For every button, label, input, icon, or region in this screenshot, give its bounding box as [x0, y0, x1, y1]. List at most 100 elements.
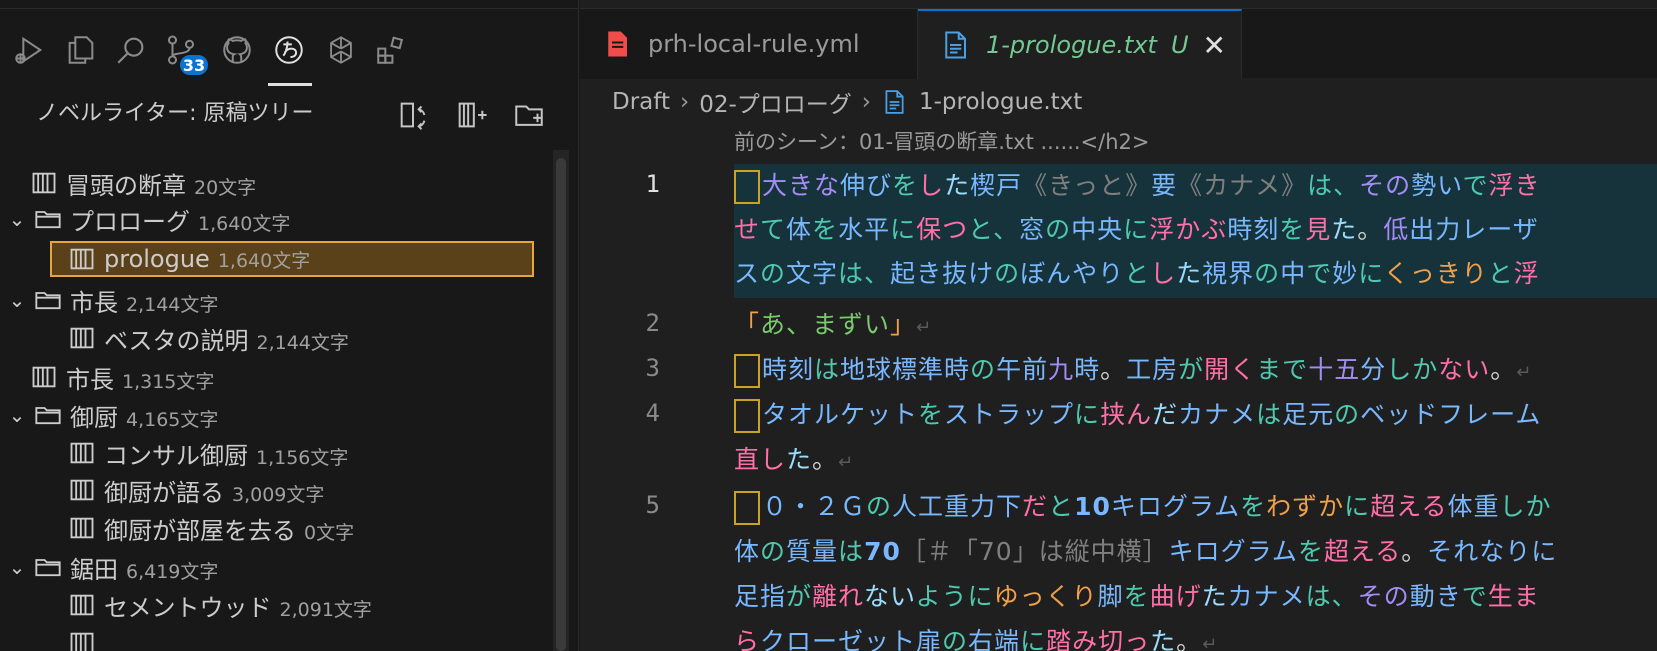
tree-item-label: 御厨が部屋を去る: [104, 516, 296, 545]
tree-scrollbar-thumb[interactable]: [556, 158, 566, 651]
tree-item[interactable]: ⌄ 市長 2,144文字: [0, 282, 540, 318]
indent-marker: [734, 170, 760, 204]
line-number: 1: [645, 170, 660, 198]
tree-item-label: 御厨が語る: [104, 478, 224, 507]
char-count: 4,165文字: [126, 408, 219, 431]
explorer-icon[interactable]: [62, 31, 100, 69]
editor-line[interactable]: せて体を水平に保つと、窓の中央に浮かぶ時刻を見た。低出力レーザ: [734, 208, 1539, 252]
char-count: 1,315文字: [122, 370, 215, 393]
tree-item-label: 市長: [70, 288, 118, 317]
file-icon: [68, 514, 96, 542]
tree-item[interactable]: セメントウッド 2,091文字: [0, 587, 540, 623]
editor: prh-local-rule.yml 1-prologue.txt U ✕ Dr…: [580, 0, 1657, 651]
novel-writer-icon[interactable]: [270, 31, 308, 69]
file-icon: [68, 324, 96, 352]
previous-scene-note: 前のシーン：01-冒頭の断章.txt ......</h2>: [734, 130, 1150, 154]
breadcrumb-item[interactable]: 1-prologue.txt: [919, 89, 1082, 115]
tree-item[interactable]: 御厨が部屋を去る 0文字: [0, 510, 540, 546]
run-debug-icon[interactable]: [10, 31, 48, 69]
tree-item-partial[interactable]: [0, 625, 540, 651]
extensions-icon[interactable]: [372, 31, 410, 69]
chevron-right-icon: ›: [679, 89, 690, 115]
editor-line[interactable]: 体の質量は70［＃「70」は縦中横］キログラムを超える。それなりに: [734, 530, 1557, 574]
tree-item-label: ベスタの説明: [104, 326, 249, 355]
char-count: 2,091文字: [279, 598, 372, 621]
line-number: 2: [645, 309, 660, 337]
file-icon: [68, 591, 96, 619]
char-count: 6,419文字: [126, 560, 219, 583]
tree-item[interactable]: コンサル御厨 1,156文字: [0, 435, 540, 471]
line-number: 5: [645, 491, 660, 519]
tree-item-label: プロローグ: [70, 207, 190, 236]
breadcrumb-item[interactable]: Draft: [612, 89, 670, 115]
new-file-icon[interactable]: [452, 96, 490, 134]
char-count: 1,156文字: [256, 446, 349, 469]
editor-line[interactable]: タオルケットをストラップに挟んだカナメは足元のベッドフレーム: [734, 393, 1541, 437]
tree-item-selected[interactable]: prologue 1,640文字: [0, 241, 540, 277]
char-count: 1,640文字: [217, 250, 311, 272]
breadcrumb-item[interactable]: 02-プロローグ: [699, 85, 852, 119]
refresh-tree-icon[interactable]: [394, 96, 432, 134]
tab-1-prologue[interactable]: 1-prologue.txt U ✕: [918, 9, 1242, 79]
folder-icon: [34, 553, 62, 581]
editor-line[interactable]: 足指が離れないようにゆっくり脚を曲げたカナメは、その動きで生ま: [734, 575, 1540, 619]
editor-line[interactable]: ０・２Ｇの人工重力下だと10キログラムをわずかに超える体重しか: [734, 485, 1551, 529]
file-icon: [30, 169, 58, 197]
tab-label: 1-prologue.txt: [986, 31, 1157, 59]
sidebar: 33 ノベルライター: 原稿ツリー 冒頭の断章 20文字 ⌄ プロローグ 1,6…: [0, 0, 579, 651]
tree-item[interactable]: ⌄ 鋸田 6,419文字: [0, 549, 540, 585]
active-view-indicator: [268, 83, 312, 86]
tree-item-label: 御厨: [70, 403, 118, 432]
chevron-right-icon: ›: [861, 89, 871, 115]
tree-item-label: 鋸田: [70, 555, 118, 584]
editor-line[interactable]: スの文字は、起き抜けのぼんやりとした視界の中で妙にくっきりと浮: [734, 252, 1540, 296]
chevron-down-icon[interactable]: ⌄: [6, 555, 28, 579]
char-count: 1,640文字: [198, 212, 291, 235]
text-file-icon: [940, 30, 970, 60]
new-folder-icon[interactable]: [510, 96, 548, 134]
tab-label: prh-local-rule.yml: [648, 30, 860, 58]
source-control-badge: 33: [178, 53, 210, 77]
editor-line[interactable]: 「あ、まずい」↵: [734, 303, 932, 347]
tree-item[interactable]: 冒頭の断章 20文字: [0, 165, 540, 201]
char-count: 0文字: [304, 521, 355, 544]
tree-item-label: 冒頭の断章: [66, 171, 186, 200]
close-icon[interactable]: ✕: [1203, 29, 1226, 62]
tree-item-label: 市長: [66, 365, 114, 394]
chevron-down-icon[interactable]: ⌄: [6, 207, 28, 231]
text-file-icon: [881, 89, 907, 115]
tree-item[interactable]: ベスタの説明 2,144文字: [0, 320, 540, 356]
untracked-status: U: [1170, 31, 1189, 59]
tree-item[interactable]: ⌄ 御厨 4,165文字: [0, 397, 540, 433]
file-icon: [68, 629, 96, 651]
tree-item[interactable]: 市長 1,315文字: [0, 359, 540, 395]
indent-marker: [734, 491, 760, 525]
search-icon[interactable]: [112, 31, 150, 69]
breadcrumb: Draft › 02-プロローグ › 1-prologue.txt: [612, 84, 1082, 120]
indent-marker: [734, 399, 760, 433]
indent-marker: [734, 354, 760, 388]
activity-bar: 33: [0, 8, 578, 86]
tab-bar: prh-local-rule.yml 1-prologue.txt U ✕: [580, 8, 1657, 79]
openai-icon[interactable]: [322, 31, 360, 69]
file-icon: [68, 439, 96, 467]
editor-line[interactable]: らクローゼット扉の右端に踏み切った。↵: [734, 620, 1218, 651]
tree-item-label: prologue: [104, 245, 210, 273]
line-number: 4: [645, 399, 660, 427]
tree-item[interactable]: ⌄ プロローグ 1,640文字: [0, 201, 540, 237]
editor-line[interactable]: 直した。↵: [734, 438, 854, 482]
file-icon: [68, 476, 96, 504]
pdf-file-icon: [602, 29, 632, 59]
tab-prh-local-rule[interactable]: prh-local-rule.yml: [580, 9, 918, 79]
chevron-down-icon[interactable]: ⌄: [6, 403, 28, 427]
file-icon: [30, 363, 58, 391]
github-icon[interactable]: [218, 31, 256, 69]
editor-line[interactable]: 時刻は地球標準時の午前九時。工房が開くまで十五分しかない。↵: [734, 348, 1532, 392]
tree-item-label: コンサル御厨: [104, 441, 248, 470]
file-icon: [68, 245, 96, 273]
char-count: 2,144文字: [256, 331, 349, 354]
folder-icon: [34, 205, 62, 233]
editor-line[interactable]: 大きな伸びをした楔戸《きっと》要《カナメ》は、その勢いで浮き: [734, 164, 1540, 208]
chevron-down-icon[interactable]: ⌄: [6, 288, 28, 312]
tree-item[interactable]: 御厨が語る 3,009文字: [0, 472, 540, 508]
